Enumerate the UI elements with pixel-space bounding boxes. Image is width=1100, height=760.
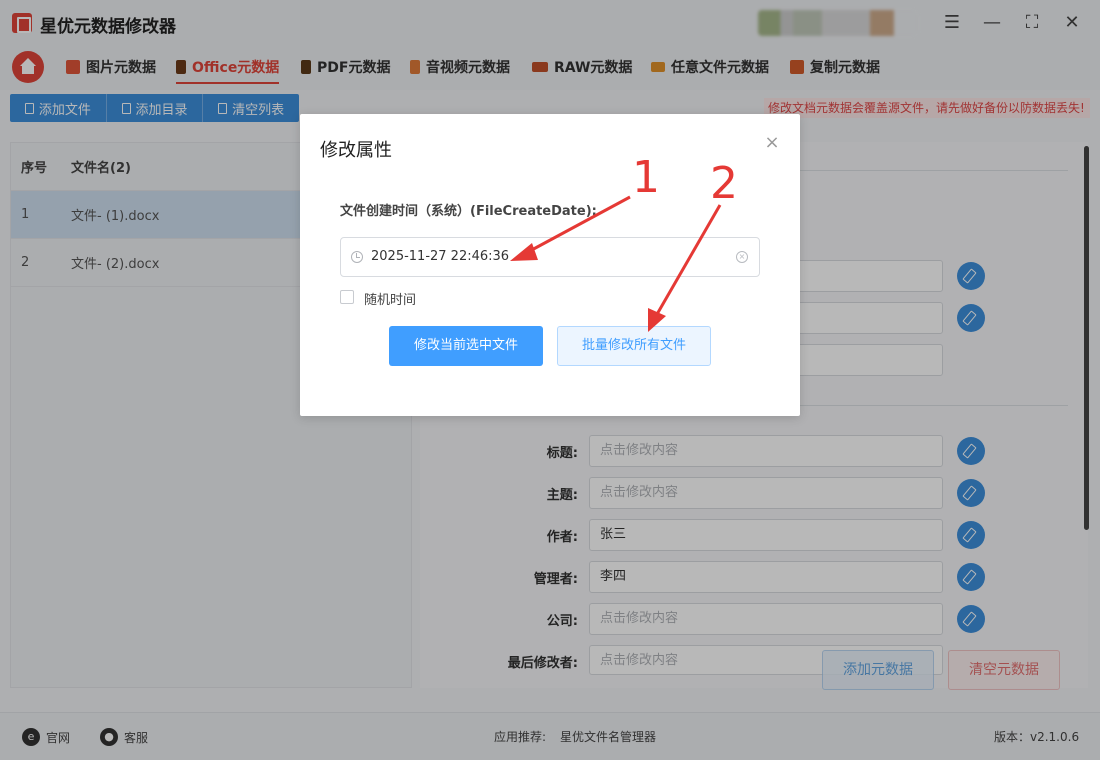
date-value: 2025-11-27 22:46:36: [371, 249, 510, 264]
random-time-label[interactable]: 随机时间: [364, 289, 416, 308]
close-icon[interactable]: ×: [762, 132, 782, 153]
annotation-number-1: 1: [632, 152, 660, 203]
batch-modify-all-button[interactable]: 批量修改所有文件: [557, 326, 711, 366]
dialog-title: 修改属性: [320, 140, 392, 161]
file-create-date-label: 文件创建时间（系统）(FileCreateDate):: [340, 204, 597, 219]
date-time-picker[interactable]: 2025-11-27 22:46:36 ×: [340, 237, 760, 277]
clear-icon[interactable]: ×: [736, 251, 748, 263]
random-time-checkbox[interactable]: [340, 290, 354, 304]
clock-icon: [351, 251, 363, 263]
modify-current-file-button[interactable]: 修改当前选中文件: [389, 326, 543, 366]
annotation-number-2: 2: [710, 158, 738, 209]
